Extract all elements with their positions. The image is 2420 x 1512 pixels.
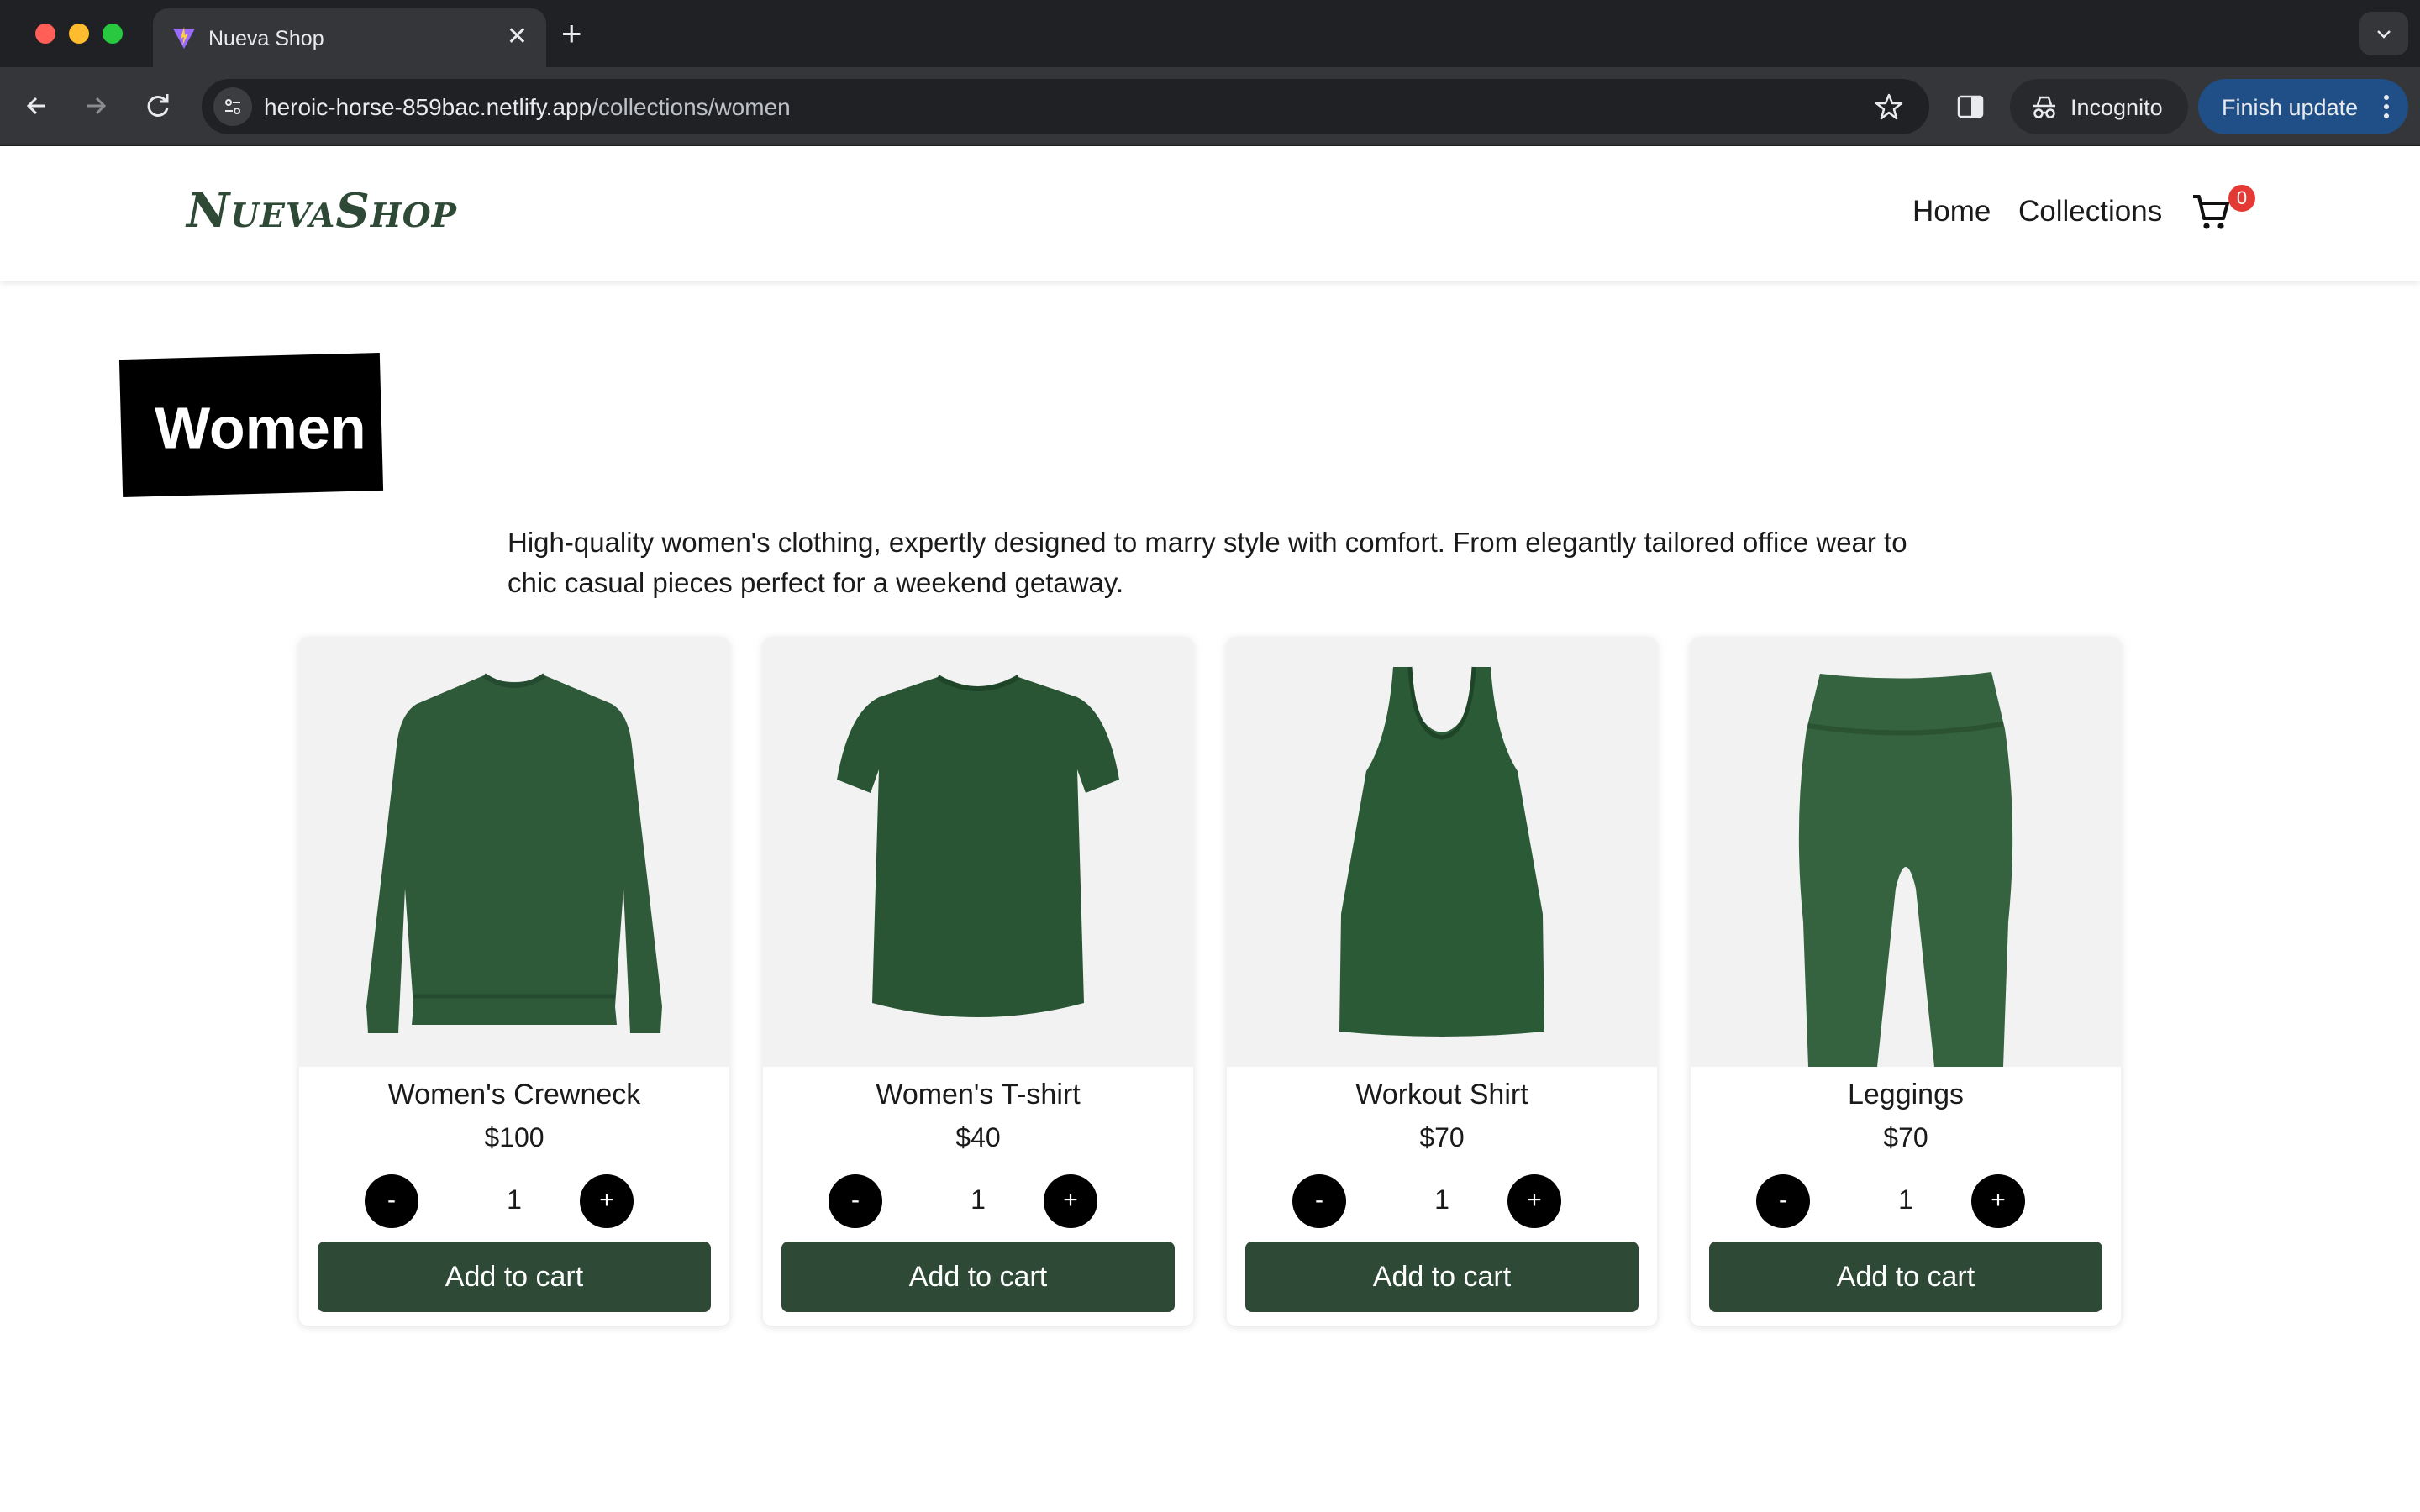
product-price: $40 (955, 1122, 1001, 1152)
add-to-cart-button[interactable]: Add to cart (781, 1242, 1175, 1312)
tshirt-image (763, 637, 1193, 1067)
quantity-value: 1 (971, 1184, 986, 1215)
nav-home-link[interactable]: Home (1912, 195, 1991, 228)
close-tab-icon[interactable]: ✕ (507, 22, 528, 52)
product-name: Leggings (1847, 1079, 1964, 1110)
url-text: heroic-horse-859bac.netlify.app/collecti… (264, 94, 791, 121)
browser-tab-strip: Nueva Shop ✕ + (0, 0, 2420, 67)
product-price: $100 (484, 1122, 544, 1152)
url-host: heroic-horse-859bac.netlify.app (264, 94, 592, 120)
tank-top-image (1227, 637, 1657, 1067)
decrease-quantity-button[interactable]: - (829, 1174, 882, 1228)
decrease-quantity-button[interactable]: - (1292, 1174, 1346, 1228)
quantity-value: 1 (1434, 1184, 1449, 1215)
add-to-cart-button[interactable]: Add to cart (318, 1242, 711, 1312)
quantity-value: 1 (1898, 1184, 1913, 1215)
close-window-button[interactable] (35, 24, 55, 44)
side-panel-icon[interactable] (1954, 91, 1986, 123)
address-bar[interactable]: heroic-horse-859bac.netlify.app/collecti… (202, 79, 1929, 134)
url-path: /collections/women (592, 94, 791, 120)
tab-title: Nueva Shop (208, 27, 324, 50)
add-to-cart-button[interactable]: Add to cart (1245, 1242, 1639, 1312)
back-arrow-icon[interactable] (17, 86, 57, 126)
collection-title: Women (155, 395, 366, 461)
incognito-button[interactable]: Incognito (2010, 79, 2188, 134)
decrease-quantity-button[interactable]: - (1756, 1174, 1810, 1228)
nav-collections-link[interactable]: Collections (2018, 195, 2162, 228)
reload-icon[interactable] (138, 86, 178, 126)
product-name: Workout Shirt (1355, 1079, 1528, 1110)
maximize-window-button[interactable] (103, 24, 123, 44)
shopping-cart-icon[interactable] (2191, 193, 2232, 234)
vite-favicon-icon (171, 25, 197, 50)
product-card: Women's T-shirt $40 - 1 + Add to cart (763, 637, 1193, 1326)
leggings-image (1691, 637, 2121, 1067)
product-card: Leggings $70 - 1 + Add to cart (1691, 637, 2121, 1326)
site-info-icon[interactable] (213, 87, 252, 126)
browser-toolbar: heroic-horse-859bac.netlify.app/collecti… (0, 67, 2420, 146)
tab-search-button[interactable] (2360, 12, 2408, 55)
incognito-label: Incognito (2070, 95, 2163, 120)
bookmark-star-icon[interactable] (1874, 92, 1904, 122)
product-price: $70 (1883, 1122, 1928, 1152)
site-logo[interactable]: NuevaShop (187, 183, 457, 239)
minimize-window-button[interactable] (69, 24, 89, 44)
incognito-icon (2033, 96, 2055, 118)
collection-description: High-quality women's clothing, expertly … (508, 527, 1907, 598)
product-name: Women's T-shirt (876, 1079, 1081, 1110)
forward-arrow-icon[interactable] (76, 86, 116, 126)
finish-update-label: Finish update (2222, 95, 2359, 120)
increase-quantity-button[interactable]: + (1044, 1174, 1097, 1228)
collection-title-box: Women (118, 352, 384, 498)
add-to-cart-button[interactable]: Add to cart (1709, 1242, 2102, 1312)
product-price: $70 (1419, 1122, 1465, 1152)
chevron-down-icon (2377, 30, 2391, 39)
increase-quantity-button[interactable]: + (580, 1174, 634, 1228)
decrease-quantity-button[interactable]: - (365, 1174, 418, 1228)
browser-tab[interactable]: Nueva Shop ✕ (153, 8, 546, 67)
product-card: Women's Crewneck $100 - 1 + Add to cart (299, 637, 729, 1326)
crewneck-sweatshirt-image (299, 637, 729, 1067)
new-tab-icon[interactable]: + (561, 13, 582, 54)
site-header: NuevaShop Home Collections 0 (0, 146, 2420, 281)
cart-count-badge: 0 (2228, 185, 2255, 212)
product-name: Women's Crewneck (387, 1079, 641, 1110)
product-card: Workout Shirt $70 - 1 + Add to cart (1227, 637, 1657, 1326)
finish-update-button[interactable]: Finish update (2198, 79, 2408, 134)
increase-quantity-button[interactable]: + (1971, 1174, 2025, 1228)
quantity-value: 1 (507, 1184, 522, 1215)
increase-quantity-button[interactable]: + (1507, 1174, 1561, 1228)
more-vertical-icon (2384, 95, 2389, 118)
